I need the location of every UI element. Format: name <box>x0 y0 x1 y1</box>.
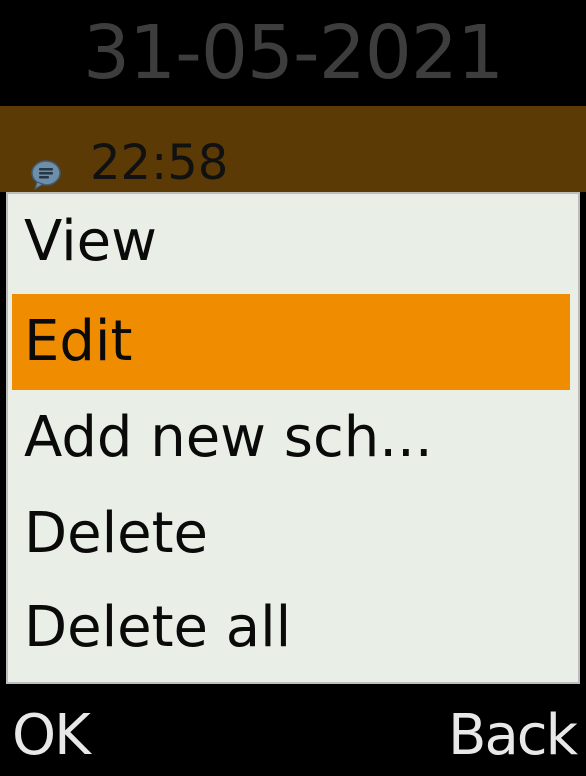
softkey-bar: OK Back <box>0 684 586 775</box>
menu-item-add-new-schedule[interactable]: Add new sch... <box>12 390 570 486</box>
back-softkey[interactable]: Back <box>448 696 578 776</box>
event-row: 22:58 <box>0 106 586 192</box>
menu-item-delete-all[interactable]: Delete all <box>12 580 570 676</box>
menu-item-edit[interactable]: Edit <box>12 294 570 390</box>
date-title: 31-05-2021 <box>0 0 586 106</box>
options-menu: View Edit Add new sch... Delete Delete a… <box>6 192 580 684</box>
menu-item-delete[interactable]: Delete <box>12 486 570 582</box>
menu-item-view[interactable]: View <box>12 194 570 290</box>
chat-bubble-icon <box>30 158 62 191</box>
event-time: 22:58 <box>90 135 229 191</box>
ok-softkey[interactable]: OK <box>12 696 91 776</box>
